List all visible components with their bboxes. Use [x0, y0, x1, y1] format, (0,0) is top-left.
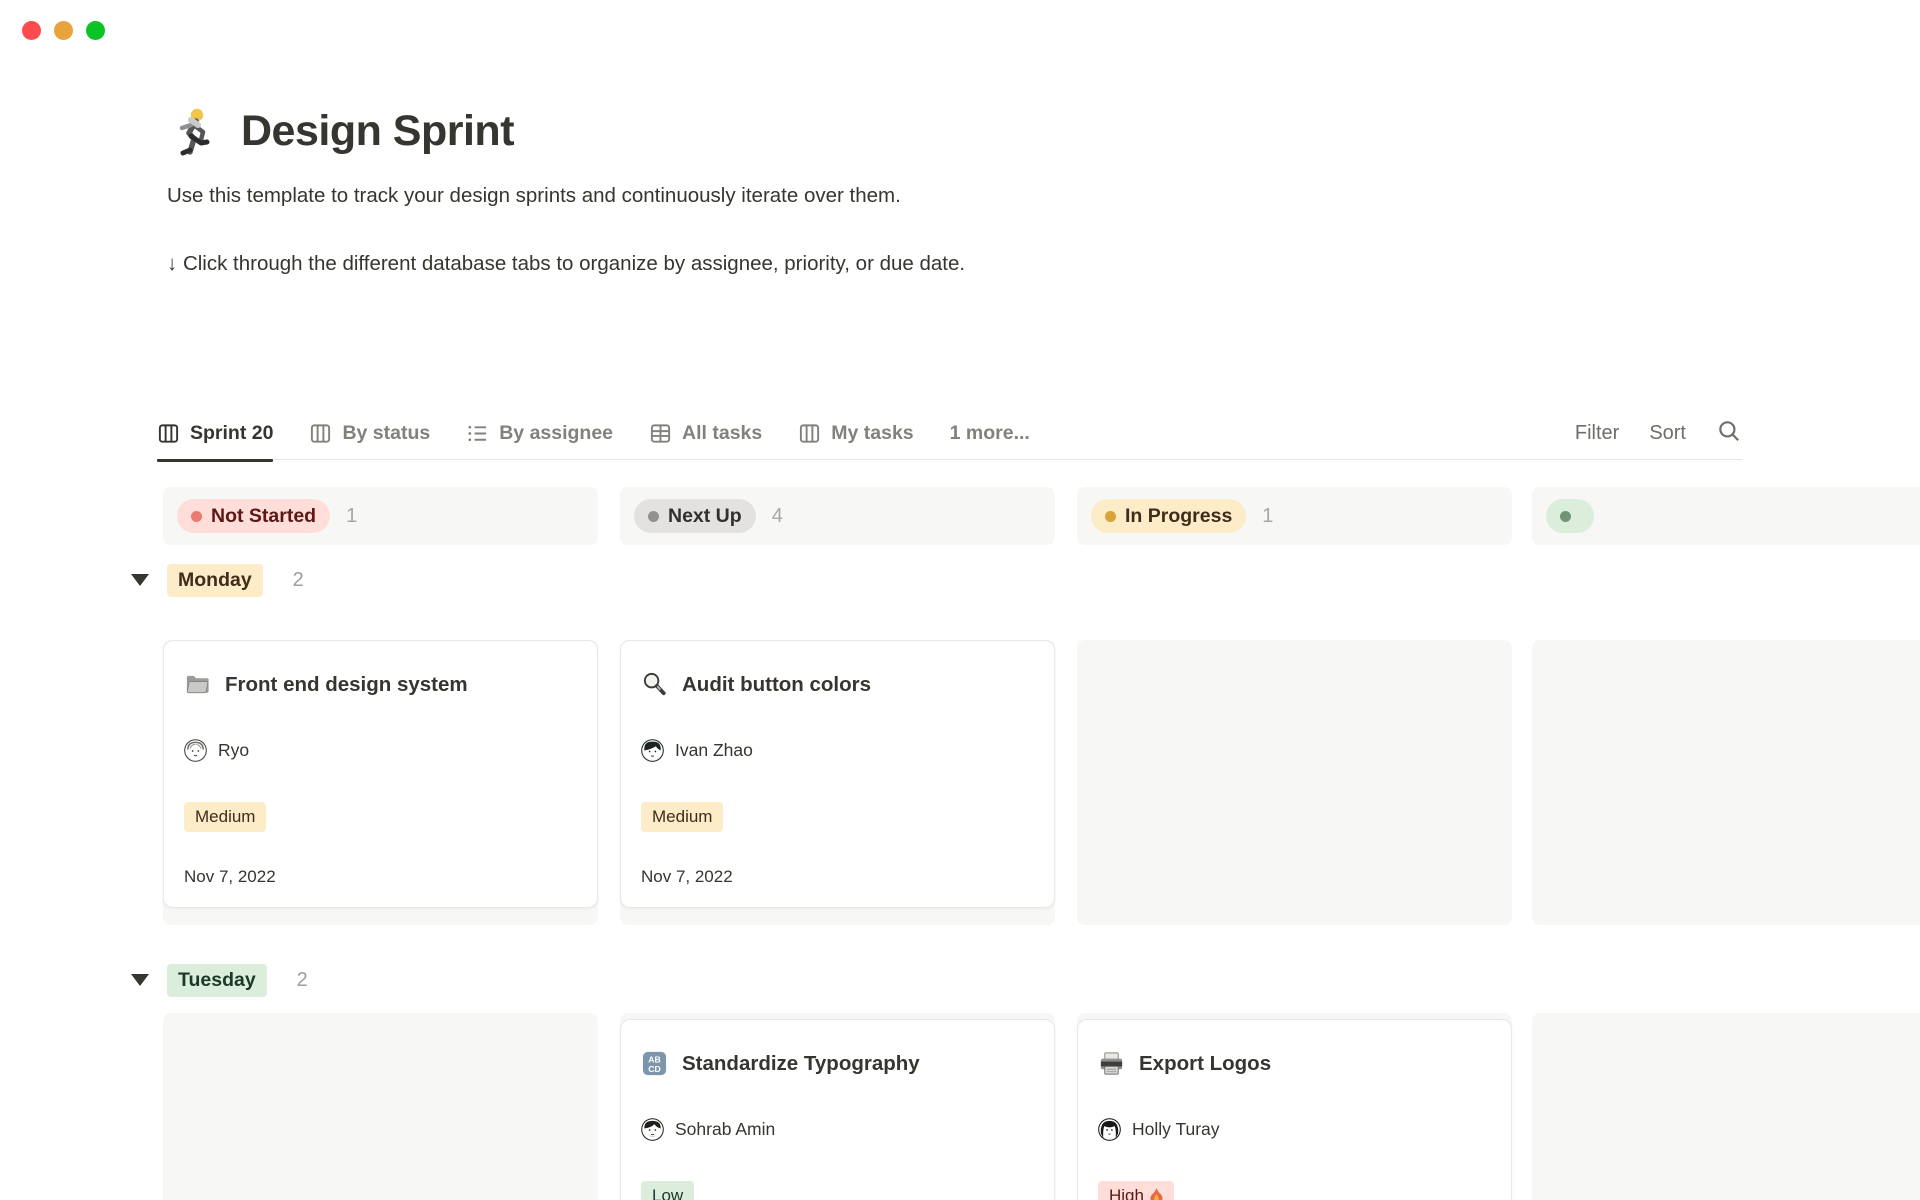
status-label: Not Started	[211, 505, 316, 528]
abcd-icon: AB CD	[641, 1050, 668, 1077]
assignee-name: Ivan Zhao	[675, 740, 753, 761]
collapse-triangle-icon[interactable]	[131, 974, 149, 986]
magnifier-icon	[641, 671, 668, 698]
avatar-holly-turay	[1098, 1118, 1121, 1141]
column-header-in-progress: In Progress 1	[1077, 487, 1512, 545]
database-tabbar: Sprint 20 By status	[157, 408, 1742, 460]
card-title: Audit button colors	[682, 673, 871, 697]
status-label: In Progress	[1125, 505, 1232, 528]
tab-label: 1 more...	[950, 422, 1030, 445]
assignee-name: Holly Turay	[1132, 1119, 1220, 1140]
page-hint: ↓ Click through the different database t…	[167, 250, 1567, 278]
window-controls	[22, 21, 105, 40]
flame-icon	[1150, 1188, 1163, 1200]
column-header-next-up: Next Up 4	[620, 487, 1055, 545]
page-header: Design Sprint Use this template to track…	[167, 106, 1567, 278]
status-label: Next Up	[668, 505, 742, 528]
filter-button[interactable]: Filter	[1575, 422, 1619, 445]
svg-text:AB: AB	[648, 1055, 661, 1065]
minimize-button[interactable]	[54, 21, 73, 40]
priority-pill: Medium	[184, 802, 266, 832]
status-dot	[1105, 511, 1116, 522]
status-dot	[191, 511, 202, 522]
priority-pill-high: High	[1098, 1181, 1174, 1200]
page-title: Design Sprint	[241, 107, 514, 156]
group-header-tuesday: Tuesday 2	[131, 963, 308, 997]
tab-label: By status	[342, 422, 430, 445]
tab-label: My tasks	[831, 422, 913, 445]
tab-my-tasks[interactable]: My tasks	[798, 408, 913, 460]
task-card-front-end-design-system[interactable]: Front end design system Ryo Medi	[163, 640, 598, 908]
task-card-audit-button-colors[interactable]: Audit button colors Ivan Zhao Medium No	[620, 640, 1055, 908]
due-date: Nov 7, 2022	[184, 867, 276, 887]
column-count: 1	[346, 505, 357, 528]
collapse-triangle-icon[interactable]	[131, 574, 149, 586]
column-area-complete	[1532, 640, 1920, 925]
priority-pill: Low	[641, 1181, 694, 1200]
folder-icon	[184, 671, 211, 698]
status-pill-next-up[interactable]: Next Up	[634, 499, 756, 533]
column-count: 4	[772, 505, 783, 528]
column-header-not-started: Not Started 1	[163, 487, 598, 545]
tab-all-tasks[interactable]: All tasks	[649, 408, 762, 460]
page-description: Use this template to track your design s…	[167, 182, 1567, 210]
avatar-sohrab-amin	[641, 1118, 664, 1141]
status-dot	[1560, 511, 1571, 522]
tab-by-status[interactable]: By status	[309, 408, 430, 460]
tab-label: By assignee	[499, 422, 613, 445]
assignee-name: Sohrab Amin	[675, 1119, 775, 1140]
list-view-icon	[466, 422, 489, 445]
avatar-ryo	[184, 739, 207, 762]
status-pill-not-started[interactable]: Not Started	[177, 499, 330, 533]
tab-by-assignee[interactable]: By assignee	[466, 408, 613, 460]
printer-icon	[1098, 1050, 1125, 1077]
board-view-icon	[798, 422, 821, 445]
assignee-name: Ryo	[218, 740, 249, 761]
close-button[interactable]	[22, 21, 41, 40]
task-card-standardize-typography[interactable]: AB CD Standardize Typography	[620, 1019, 1055, 1200]
status-pill-complete[interactable]	[1546, 499, 1594, 533]
column-area-not-started	[163, 1013, 598, 1200]
runner-emoji	[167, 106, 217, 156]
table-view-icon	[649, 422, 672, 445]
notion-window: Design Sprint Use this template to track…	[0, 0, 1920, 1200]
tab-more-views[interactable]: 1 more...	[950, 408, 1030, 460]
tab-sprint-20[interactable]: Sprint 20	[157, 408, 273, 460]
svg-text:CD: CD	[648, 1064, 661, 1074]
status-dot	[648, 511, 659, 522]
group-header-monday: Monday 2	[131, 563, 304, 597]
search-icon[interactable]	[1716, 418, 1742, 450]
due-date: Nov 7, 2022	[641, 867, 733, 887]
tab-label: Sprint 20	[190, 422, 273, 445]
card-title: Export Logos	[1139, 1052, 1271, 1076]
avatar-ivan-zhao	[641, 739, 664, 762]
group-count: 2	[297, 969, 308, 992]
zoom-button[interactable]	[86, 21, 105, 40]
status-pill-in-progress[interactable]: In Progress	[1091, 499, 1246, 533]
column-count: 1	[1262, 505, 1273, 528]
board-view-icon	[157, 422, 180, 445]
priority-label: High	[1109, 1186, 1144, 1200]
view-tabs: Sprint 20 By status	[157, 408, 1030, 460]
tab-label: All tasks	[682, 422, 762, 445]
task-card-export-logos[interactable]: Export Logos Holly Turay High	[1077, 1019, 1512, 1200]
sort-button[interactable]: Sort	[1649, 422, 1686, 445]
board-view-icon	[309, 422, 332, 445]
column-area-in-progress	[1077, 640, 1512, 925]
group-pill-tuesday[interactable]: Tuesday	[167, 964, 267, 997]
column-header-complete	[1532, 487, 1920, 545]
view-controls: Filter Sort	[1575, 418, 1742, 450]
priority-pill: Medium	[641, 802, 723, 832]
column-area-complete	[1532, 1013, 1920, 1200]
group-pill-monday[interactable]: Monday	[167, 564, 263, 597]
card-title: Standardize Typography	[682, 1052, 920, 1076]
group-count: 2	[293, 569, 304, 592]
card-title: Front end design system	[225, 673, 468, 697]
